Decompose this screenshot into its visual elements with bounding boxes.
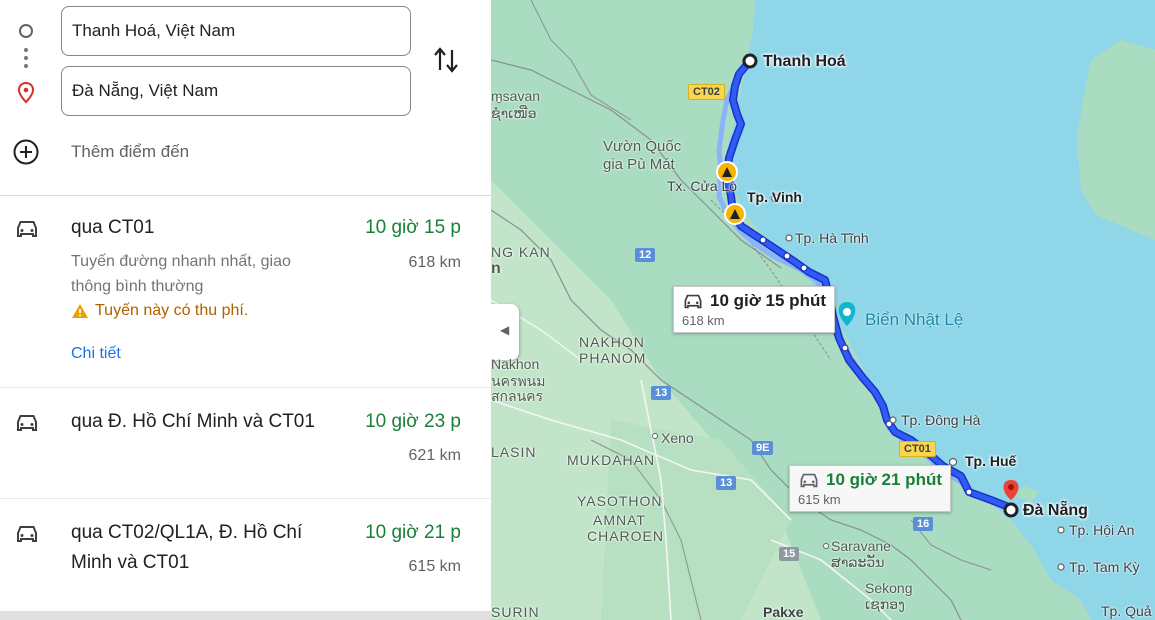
callout-duration: 10 giờ 15 phút [682, 291, 826, 311]
route-distance: 615 km [408, 558, 461, 575]
road-shield-ct02: CT02 [688, 84, 725, 100]
add-destination-label: Thêm điểm đến [71, 142, 190, 161]
route-description: Tuyến đường nhanh nhất, giao thông bình … [71, 253, 291, 295]
callout-duration: 10 giờ 21 phút [798, 470, 942, 490]
place-label: Sekong [865, 580, 913, 596]
toll-warning-text: Tuyến này có thu phí. [95, 302, 249, 319]
route-distance: 621 km [408, 447, 461, 464]
road-shield-13: 13 [651, 386, 672, 400]
place-label: n [491, 260, 501, 277]
place-label: YASOTHON [577, 493, 663, 509]
collapse-panel-button[interactable]: ◀ [491, 304, 519, 360]
city-label: Tp. Đông Hà [901, 412, 981, 428]
callout-duration-text: 10 giờ 21 phút [826, 470, 942, 489]
city-label: Tp. Huế [965, 453, 1017, 469]
callout-distance: 615 km [798, 492, 841, 507]
place-label: CHAROEN [587, 528, 665, 544]
place-label: สกลนคร [491, 388, 544, 404]
directions-inputs: Thanh Hoá, Việt Nam Đà Nẵng, Việt Nam Th… [0, 0, 491, 196]
place-label: PHANOM [579, 350, 647, 366]
place-label: Pakxe [763, 604, 804, 620]
city-label: Tp. Vinh [747, 189, 802, 205]
poi-beach-label[interactable]: Biển Nhật Lệ [865, 310, 963, 330]
chevron-left-icon: ◀ [500, 323, 510, 337]
destination-input[interactable]: Đà Nẵng, Việt Nam [61, 66, 411, 116]
city-label: Tp. Tam Kỳ [1069, 559, 1140, 575]
panel-scroll-edge [0, 611, 491, 620]
destination-city-label: Đà Nẵng [1023, 502, 1088, 519]
place-label: ເຊກອງ [865, 596, 905, 612]
road-shield-15: 15 [779, 547, 800, 561]
toll-warning: Tuyến này có thu phí. [71, 302, 248, 320]
route-option-2[interactable]: qua Đ. Hồ Chí Minh và CT01 10 giờ 23 p 6… [0, 388, 491, 499]
route-option-3[interactable]: qua CT02/QL1A, Đ. Hồ Chí Minh và CT01 10… [0, 499, 491, 611]
place-label: ຊຳເໜືອ [491, 105, 537, 121]
add-circle-icon [13, 139, 39, 165]
warning-icon [72, 304, 88, 318]
place-label: Saravane [831, 538, 891, 554]
car-icon [800, 473, 818, 487]
swap-icon[interactable] [433, 44, 459, 76]
callout-duration-text: 10 giờ 15 phút [710, 291, 826, 310]
place-label: LASIN [491, 444, 537, 460]
road-shield-12: 12 [635, 248, 656, 262]
car-icon [17, 221, 37, 237]
place-label: MUKDAHAN [567, 452, 656, 468]
route-callout-alt[interactable]: 10 giờ 21 phút 615 km [789, 465, 951, 512]
trail-dot-icon [24, 48, 28, 52]
place-label: gia Pù Mát [603, 156, 675, 173]
place-label: SURIN [491, 604, 540, 620]
place-label: NAKHON [579, 334, 645, 350]
route-duration: 10 giờ 23 p [365, 411, 461, 432]
place-label: ສາລະວັນ [831, 554, 885, 570]
city-label: Tp. Quả [1101, 603, 1152, 619]
car-icon [684, 294, 702, 308]
road-shield-16: 16 [913, 517, 934, 531]
route-option-1[interactable]: qua CT01 10 giờ 15 p 618 km Tuyến đường … [0, 197, 491, 388]
route-duration: 10 giờ 21 p [365, 522, 461, 543]
place-label: Nakhon [491, 356, 540, 372]
place-label: Xeno [661, 430, 694, 446]
trail-dot-icon [24, 56, 28, 60]
route-via: qua Đ. Hồ Chí Minh và CT01 [71, 411, 315, 432]
route-distance: 618 km [408, 254, 461, 271]
route-duration: 10 giờ 15 p [365, 217, 461, 238]
place-label: NG KAN [491, 244, 551, 260]
route-via: qua CT01 [71, 217, 155, 238]
route-callout-main[interactable]: 10 giờ 15 phút 618 km [673, 286, 835, 333]
road-shield-ct01: CT01 [899, 441, 936, 457]
directions-panel: Thanh Hoá, Việt Nam Đà Nẵng, Việt Nam Th… [0, 0, 491, 620]
route-details-link[interactable]: Chi tiết [71, 345, 121, 363]
place-label: msavan [491, 88, 541, 104]
town-label: Tx. Cửa Lò [667, 178, 738, 194]
city-label: Tp. Hà Tĩnh [795, 230, 869, 246]
city-label: Tp. Hội An [1069, 522, 1135, 538]
car-icon [17, 415, 37, 431]
origin-input[interactable]: Thanh Hoá, Việt Nam [61, 6, 411, 56]
origin-city-label: Thanh Hoá [763, 53, 846, 70]
road-shield-13b: 13 [716, 476, 737, 490]
add-destination-button[interactable]: Thêm điểm đến [0, 132, 491, 172]
car-icon [17, 526, 37, 542]
origin-circle-icon [19, 24, 33, 38]
trail-dot-icon [24, 64, 28, 68]
route-via: qua CT02/QL1A, Đ. Hồ Chí Minh và CT01 [71, 522, 303, 573]
place-label: Vườn Quốc [603, 138, 682, 155]
road-shield-9e: 9E [752, 441, 774, 455]
place-label: AMNAT [593, 512, 646, 528]
callout-distance: 618 km [682, 313, 725, 328]
destination-pin-icon [17, 82, 35, 104]
map-view[interactable]: ◀ CT02 CT01 12 13 13 9E 15 16 msavan ຊຳເ… [491, 0, 1155, 620]
